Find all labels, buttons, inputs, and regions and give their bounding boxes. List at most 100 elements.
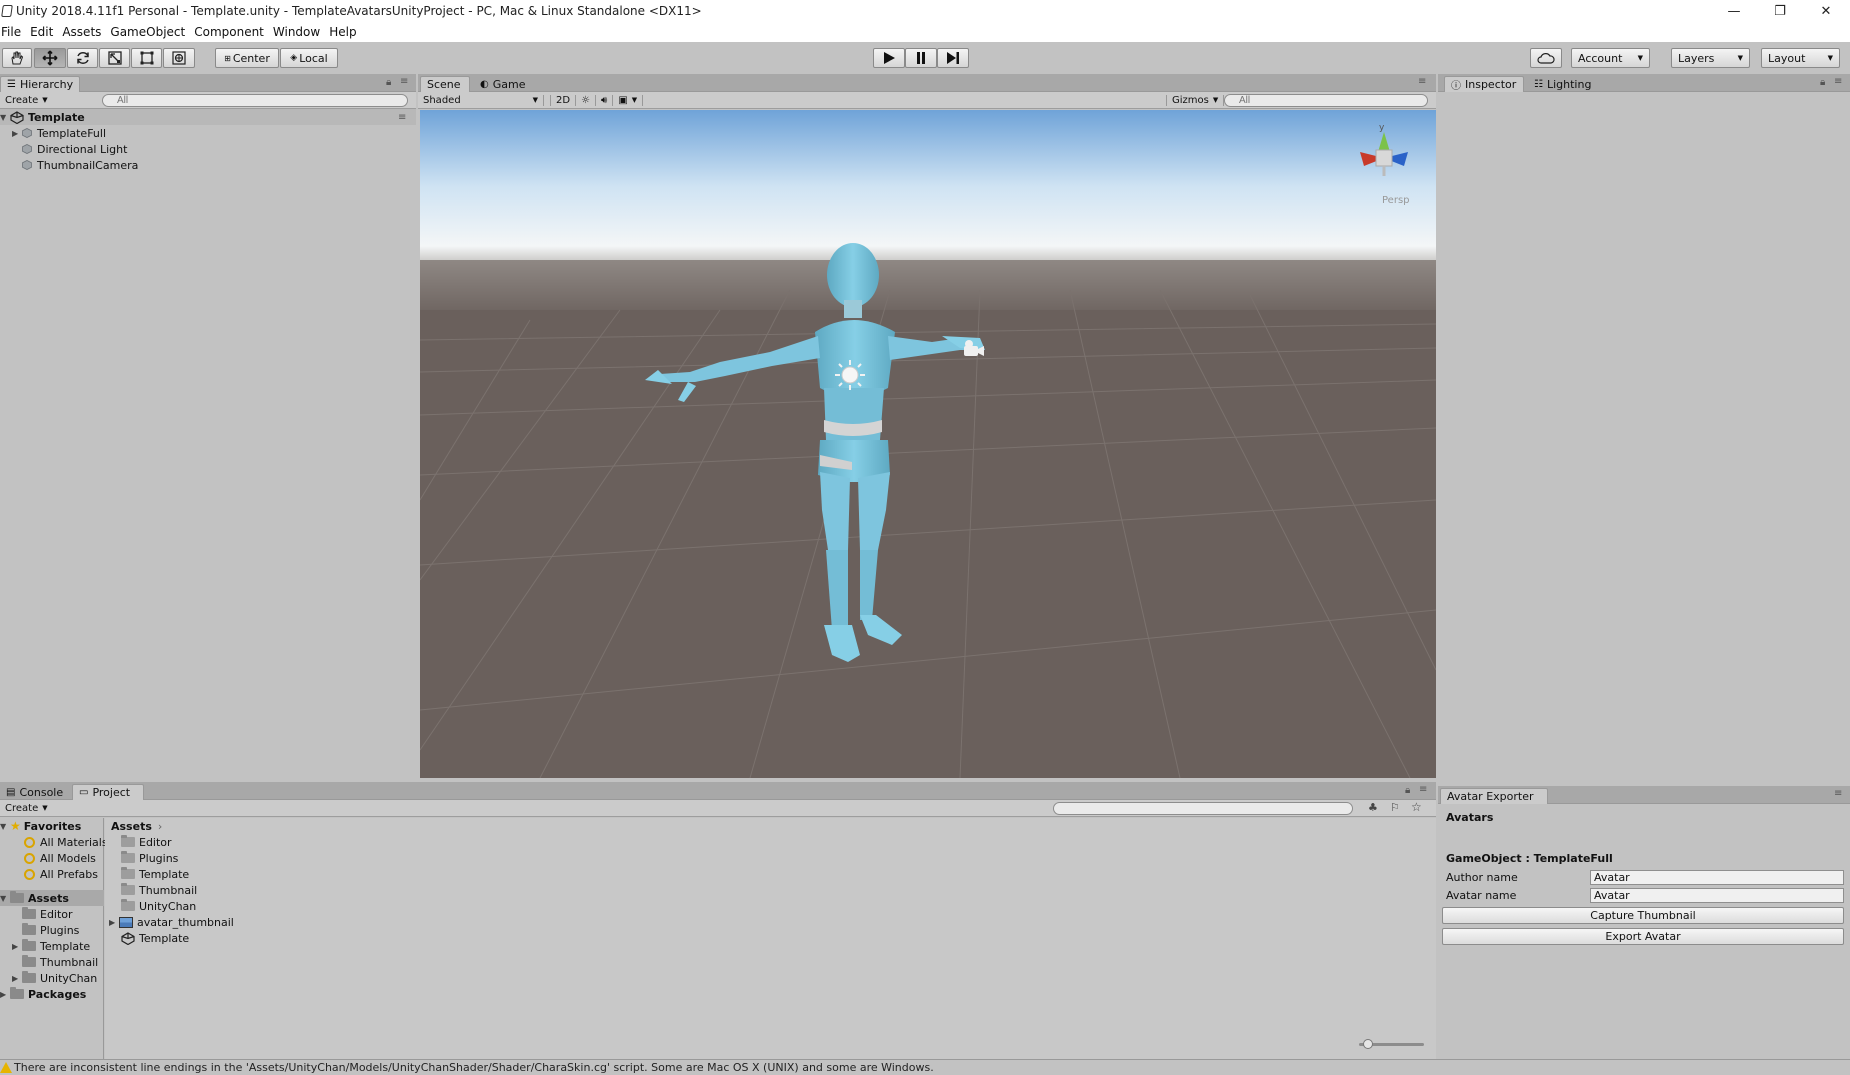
favorite-item[interactable]: All Models: [24, 850, 96, 866]
tab-console[interactable]: ▤ Console: [0, 784, 70, 800]
asset-item[interactable]: Editor: [121, 834, 172, 850]
project-search-input[interactable]: [1053, 802, 1353, 815]
layout-label: Layout: [1768, 51, 1806, 65]
lock-icon[interactable]: 🔒︎: [1405, 785, 1410, 796]
hand-tool-button[interactable]: [2, 48, 32, 68]
asset-item[interactable]: UnityChan: [121, 898, 196, 914]
collab-cloud-button[interactable]: [1530, 48, 1562, 68]
icon-size-slider-handle[interactable]: [1363, 1039, 1373, 1049]
move-tool-button[interactable]: [34, 48, 66, 68]
tab-lighting[interactable]: ☷ Lighting: [1528, 76, 1598, 92]
pivot-local-button[interactable]: ◈ Local: [280, 48, 338, 68]
hierarchy-item[interactable]: ThumbnailCamera: [22, 157, 138, 173]
restore-button[interactable]: ❐: [1757, 0, 1803, 22]
play-button[interactable]: [873, 48, 905, 68]
tab-game[interactable]: ◐ Game: [474, 76, 534, 92]
hierarchy-create-dropdown[interactable]: Create ▼: [0, 95, 53, 106]
gizmos-dropdown[interactable]: Gizmos ▼: [1166, 94, 1225, 106]
tab-avatar-exporter[interactable]: Avatar Exporter: [1440, 788, 1548, 804]
expand-arrow-icon[interactable]: ▼: [0, 822, 10, 831]
chevron-down-icon: ▼: [1737, 54, 1743, 62]
persp-label[interactable]: Persp: [1382, 195, 1410, 206]
pivot-center-button[interactable]: ⊞ Center: [215, 48, 279, 68]
menu-component[interactable]: Component: [194, 25, 273, 39]
step-button[interactable]: [937, 48, 969, 68]
rect-tool-button[interactable]: [131, 48, 162, 68]
tab-project[interactable]: ▭ Project: [72, 784, 144, 800]
scene-effects-dropdown[interactable]: ▣ ▼: [613, 94, 644, 106]
favorite-star-icon[interactable]: ☆: [1411, 800, 1422, 814]
scene-menu-icon[interactable]: ≡: [398, 112, 406, 123]
tree-folder[interactable]: Plugins: [22, 922, 79, 938]
transform-tool-button[interactable]: [163, 48, 195, 68]
layers-dropdown[interactable]: Layers ▼: [1671, 48, 1750, 68]
pivot-local-label: Local: [299, 51, 328, 65]
favorite-item[interactable]: All Materials: [24, 834, 108, 850]
menu-window[interactable]: Window: [273, 25, 329, 39]
menu-edit[interactable]: Edit: [30, 25, 62, 39]
panel-menu-icon[interactable]: ≡: [1834, 788, 1842, 799]
menu-gameobject[interactable]: GameObject: [110, 25, 194, 39]
menu-help[interactable]: Help: [329, 25, 365, 39]
project-create-dropdown[interactable]: Create ▼: [0, 803, 53, 814]
scene-viewport[interactable]: y Persp: [420, 110, 1436, 778]
close-button[interactable]: ✕: [1803, 0, 1849, 22]
assets-root-row[interactable]: ▼ Assets: [0, 890, 104, 906]
rotate-tool-button[interactable]: [67, 48, 98, 68]
tab-inspector[interactable]: ⓘ Inspector: [1444, 76, 1524, 92]
project-tabbar: ▤ Console ▭ Project 🔒︎ ≡: [0, 782, 1436, 800]
expand-arrow-icon[interactable]: ▼: [0, 894, 10, 903]
scene-lighting-toggle[interactable]: ☼: [576, 94, 597, 106]
status-bar[interactable]: There are inconsistent line endings in t…: [0, 1059, 1850, 1075]
asset-item[interactable]: Plugins: [121, 850, 178, 866]
packages-row[interactable]: ▶ Packages: [0, 986, 86, 1002]
search-by-label-icon[interactable]: ⚐: [1390, 801, 1400, 814]
expand-arrow-icon[interactable]: ▶: [12, 974, 22, 983]
expand-arrow-icon[interactable]: ▶: [12, 942, 22, 951]
layout-dropdown[interactable]: Layout ▼: [1761, 48, 1840, 68]
hierarchy-item[interactable]: ▶ TemplateFull: [12, 125, 106, 141]
expand-arrow-icon[interactable]: ▶: [0, 990, 10, 999]
lock-icon[interactable]: 🔒︎: [1820, 77, 1825, 88]
panel-menu-icon[interactable]: ≡: [400, 76, 408, 87]
expand-arrow-icon[interactable]: ▼: [0, 113, 10, 122]
scene-search-input[interactable]: [1224, 94, 1428, 107]
tree-folder[interactable]: ▶ UnityChan: [12, 970, 97, 986]
capture-thumbnail-button[interactable]: Capture Thumbnail: [1442, 907, 1844, 924]
search-by-type-icon[interactable]: ♣: [1368, 801, 1378, 814]
menu-file[interactable]: File: [0, 25, 30, 39]
minimize-button[interactable]: —: [1711, 0, 1757, 22]
tree-folder[interactable]: Editor: [22, 906, 73, 922]
shading-mode-dropdown[interactable]: Shaded ▼: [418, 94, 544, 106]
assets-breadcrumb[interactable]: Assets ›: [111, 818, 162, 834]
account-dropdown[interactable]: Account ▼: [1571, 48, 1650, 68]
scene-root-row[interactable]: ▼ Template ≡: [0, 109, 416, 125]
expand-arrow-icon[interactable]: ▶: [109, 918, 119, 927]
tree-folder[interactable]: ▶ Template: [12, 938, 90, 954]
tree-folder[interactable]: Thumbnail: [22, 954, 98, 970]
hierarchy-search-input[interactable]: [102, 94, 408, 107]
tab-hierarchy[interactable]: ☰ Hierarchy: [0, 76, 80, 92]
asset-item[interactable]: Thumbnail: [121, 882, 197, 898]
scene-audio-toggle[interactable]: 🔊︎: [596, 94, 614, 106]
asset-item[interactable]: Template: [121, 930, 189, 946]
hierarchy-item[interactable]: Directional Light: [22, 141, 127, 157]
lock-icon[interactable]: 🔒︎: [386, 77, 391, 88]
favorite-item[interactable]: All Prefabs: [24, 866, 98, 882]
favorites-row[interactable]: ▼ ★ Favorites: [0, 818, 81, 834]
export-avatar-button[interactable]: Export Avatar: [1442, 928, 1844, 945]
asset-item[interactable]: Template: [121, 866, 189, 882]
author-name-field[interactable]: Avatar: [1590, 870, 1844, 885]
expand-arrow-icon[interactable]: ▶: [12, 129, 22, 138]
panel-menu-icon[interactable]: ≡: [1419, 784, 1427, 795]
menu-assets[interactable]: Assets: [62, 25, 110, 39]
scale-tool-button[interactable]: [99, 48, 130, 68]
avatar-name-field[interactable]: Avatar: [1590, 888, 1844, 903]
chevron-down-icon: ▼: [1212, 96, 1219, 104]
asset-item[interactable]: ▶ avatar_thumbnail: [109, 914, 234, 930]
pause-button[interactable]: [905, 48, 937, 68]
tab-scene[interactable]: Scene: [420, 76, 470, 92]
panel-menu-icon[interactable]: ≡: [1834, 76, 1842, 87]
panel-menu-icon[interactable]: ≡: [1418, 76, 1426, 87]
mode-2d-toggle[interactable]: 2D: [550, 94, 577, 106]
